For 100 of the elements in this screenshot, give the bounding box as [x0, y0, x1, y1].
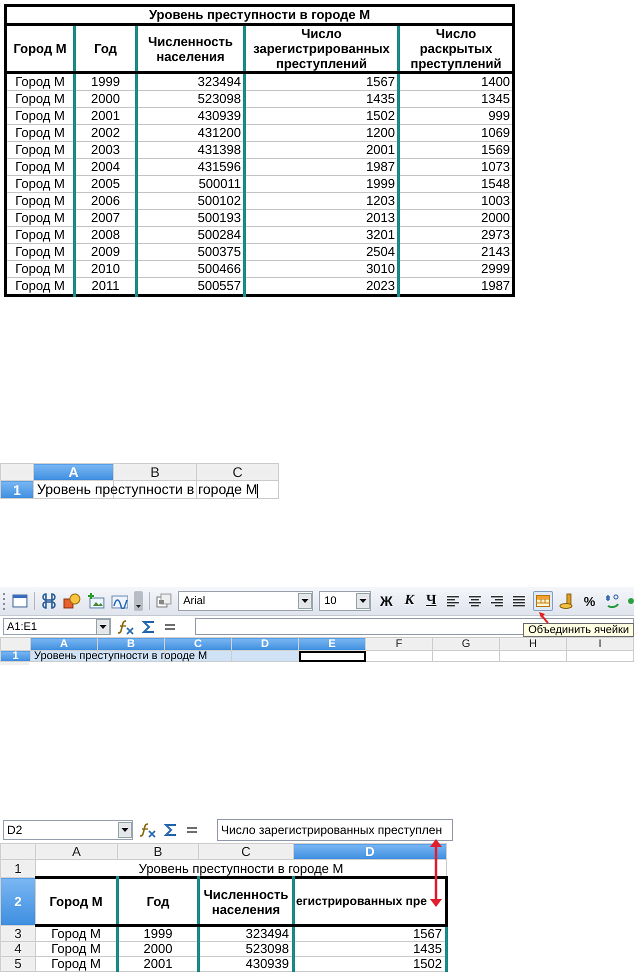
underline-button[interactable]: Ч: [423, 593, 440, 609]
table-cell: Город М: [6, 124, 74, 142]
justify-icon[interactable]: [511, 593, 527, 609]
window-icon[interactable]: [12, 593, 28, 609]
column-header[interactable]: C: [196, 464, 278, 480]
table-cell: 2504: [244, 244, 398, 260]
table-title: Уровень преступности в городе М: [6, 6, 514, 24]
column-header[interactable]: C: [198, 844, 294, 860]
row-header: [0, 662, 29, 665]
column-header[interactable]: A: [36, 844, 118, 860]
table-cell: Город М: [6, 72, 74, 90]
table-cell: 431200: [136, 124, 244, 142]
table-cell: 431596: [136, 158, 244, 176]
table-cell: 1569: [398, 142, 514, 158]
row-header[interactable]: 3: [0, 926, 36, 942]
table-cell: 1502: [244, 108, 398, 124]
table-cell: Город М: [6, 192, 74, 210]
table-cell: 1567: [244, 72, 398, 90]
table-cell: 500193: [136, 210, 244, 226]
table-cell: Город М: [51, 941, 101, 956]
align-right-icon[interactable]: [489, 593, 506, 609]
column-header[interactable]: I: [566, 638, 634, 650]
column-header: Численность населения: [147, 34, 234, 64]
table-cell: Год: [146, 894, 170, 909]
table-cell: 500011: [136, 176, 244, 192]
table-cell: 500466: [136, 260, 244, 278]
align-center-icon[interactable]: [467, 593, 484, 609]
function-wizard-icon[interactable]: [139, 822, 157, 838]
name-box[interactable]: D2: [3, 820, 133, 840]
font-size-field[interactable]: 10: [319, 591, 371, 611]
column-header[interactable]: B: [118, 844, 198, 860]
function-wizard-icon[interactable]: [117, 618, 135, 634]
table-cell: 3010: [244, 260, 398, 278]
table-cell: Численность населения: [204, 886, 288, 916]
table-cell: 2973: [398, 226, 514, 244]
table-cell: 430939: [246, 956, 289, 971]
formula-input-field[interactable]: Число зарегистрированных преступлен: [217, 819, 453, 841]
table-cell: Уровень преступности в городе М: [138, 860, 344, 876]
bold-button[interactable]: Ж: [376, 593, 396, 609]
table-cell: 2011: [74, 278, 136, 296]
table-cell: 500102: [136, 192, 244, 210]
table-cell: 2000: [398, 210, 514, 226]
table-cell: 1502: [413, 956, 442, 971]
merge-cells-button[interactable]: [532, 591, 553, 611]
table-cell: 523098: [246, 941, 289, 956]
table-cell: 523098: [136, 90, 244, 108]
row-header[interactable]: 5: [0, 956, 36, 972]
row-header[interactable]: 1: [0, 860, 36, 878]
column-header[interactable]: B: [114, 464, 196, 480]
table-cell: Город М: [6, 90, 74, 108]
table-cell: 1567: [413, 926, 442, 941]
table-cell: 1999: [144, 926, 172, 941]
table-cell: Город М: [51, 956, 101, 971]
table-cell: 1548: [398, 176, 514, 192]
column-header[interactable]: H: [500, 638, 566, 650]
table-cell: Город М: [6, 158, 74, 176]
coins-icon[interactable]: [558, 593, 575, 609]
table-cell: 323494: [136, 72, 244, 90]
table-cell: егистрированных пре: [296, 894, 427, 908]
insert-image-icon[interactable]: [86, 593, 104, 609]
table-cell: 2000: [144, 941, 172, 956]
table-cell: 1400: [398, 72, 514, 90]
name-box[interactable]: A1:E1: [3, 618, 111, 635]
table-cell: 500557: [136, 278, 244, 296]
italic-button[interactable]: К: [402, 593, 418, 609]
font-name-field[interactable]: Arial: [178, 591, 314, 611]
styles-icon[interactable]: [156, 593, 172, 609]
column-header[interactable]: G: [432, 638, 500, 650]
tooltip: Объединить ячейки: [523, 623, 634, 637]
table-cell: 2008: [74, 226, 136, 244]
column-header[interactable]: F: [366, 638, 432, 650]
table-cell: Город М: [6, 176, 74, 192]
pointer-arrow: [538, 612, 550, 624]
percent-button[interactable]: %: [580, 594, 598, 608]
table-cell: 1999: [244, 176, 398, 192]
navigator-icon[interactable]: [40, 593, 57, 609]
table-cell: 431398: [136, 142, 244, 158]
table-cell: 1200: [244, 124, 398, 142]
cell-text: Уровень преступности в городе М: [34, 650, 208, 662]
table-cell: 2004: [74, 158, 136, 176]
table-cell: 2007: [74, 210, 136, 226]
table-cell: 1345: [398, 90, 514, 108]
table-cell: 2010: [74, 260, 136, 278]
double-arrow: [430, 839, 442, 907]
sum-icon[interactable]: [141, 618, 157, 634]
table-cell: Город М: [6, 108, 74, 124]
row-header[interactable]: 4: [0, 942, 36, 956]
align-left-icon[interactable]: [445, 593, 462, 609]
table-cell: Город М: [6, 244, 74, 260]
sum-icon[interactable]: [163, 822, 179, 838]
table-cell: 500284: [136, 226, 244, 244]
table-cell: 430939: [136, 108, 244, 124]
column-header: Число раскрытых преступлений: [410, 26, 502, 71]
table-cell: 500375: [136, 244, 244, 260]
table-cell: 1435: [244, 90, 398, 108]
shapes-icon[interactable]: [62, 593, 81, 609]
chart-icon[interactable]: [110, 593, 128, 609]
table-cell: 1073: [398, 158, 514, 176]
table-cell: 999: [398, 108, 514, 124]
table-cell: Город М: [51, 926, 101, 941]
